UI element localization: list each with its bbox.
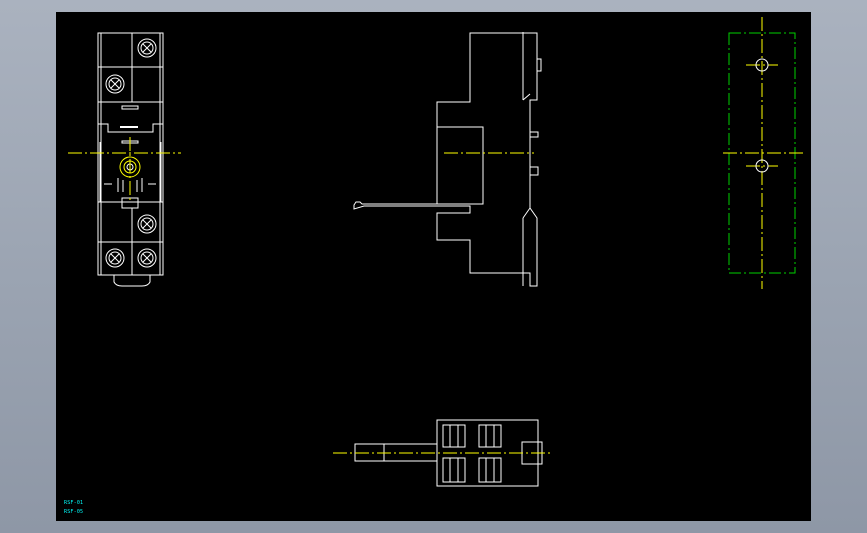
side-view-outline [353,32,538,287]
terminal-screw-icon [137,214,157,234]
terminal-screw-icon [105,74,125,94]
terminal-screw-icon [137,38,157,58]
cad-drawing [68,17,803,487]
cad-viewport[interactable]: RSF-01 RSF-05 [56,12,811,521]
drawing-label-2: RSF-05 [64,509,84,515]
top-view [333,419,553,487]
side-view [353,32,542,287]
front-view [68,32,181,287]
mounting-view [723,17,803,289]
terminal-screw-icon [105,248,125,268]
terminal-screw-icon [137,248,157,268]
drawing-label-1: RSF-01 [64,500,84,506]
